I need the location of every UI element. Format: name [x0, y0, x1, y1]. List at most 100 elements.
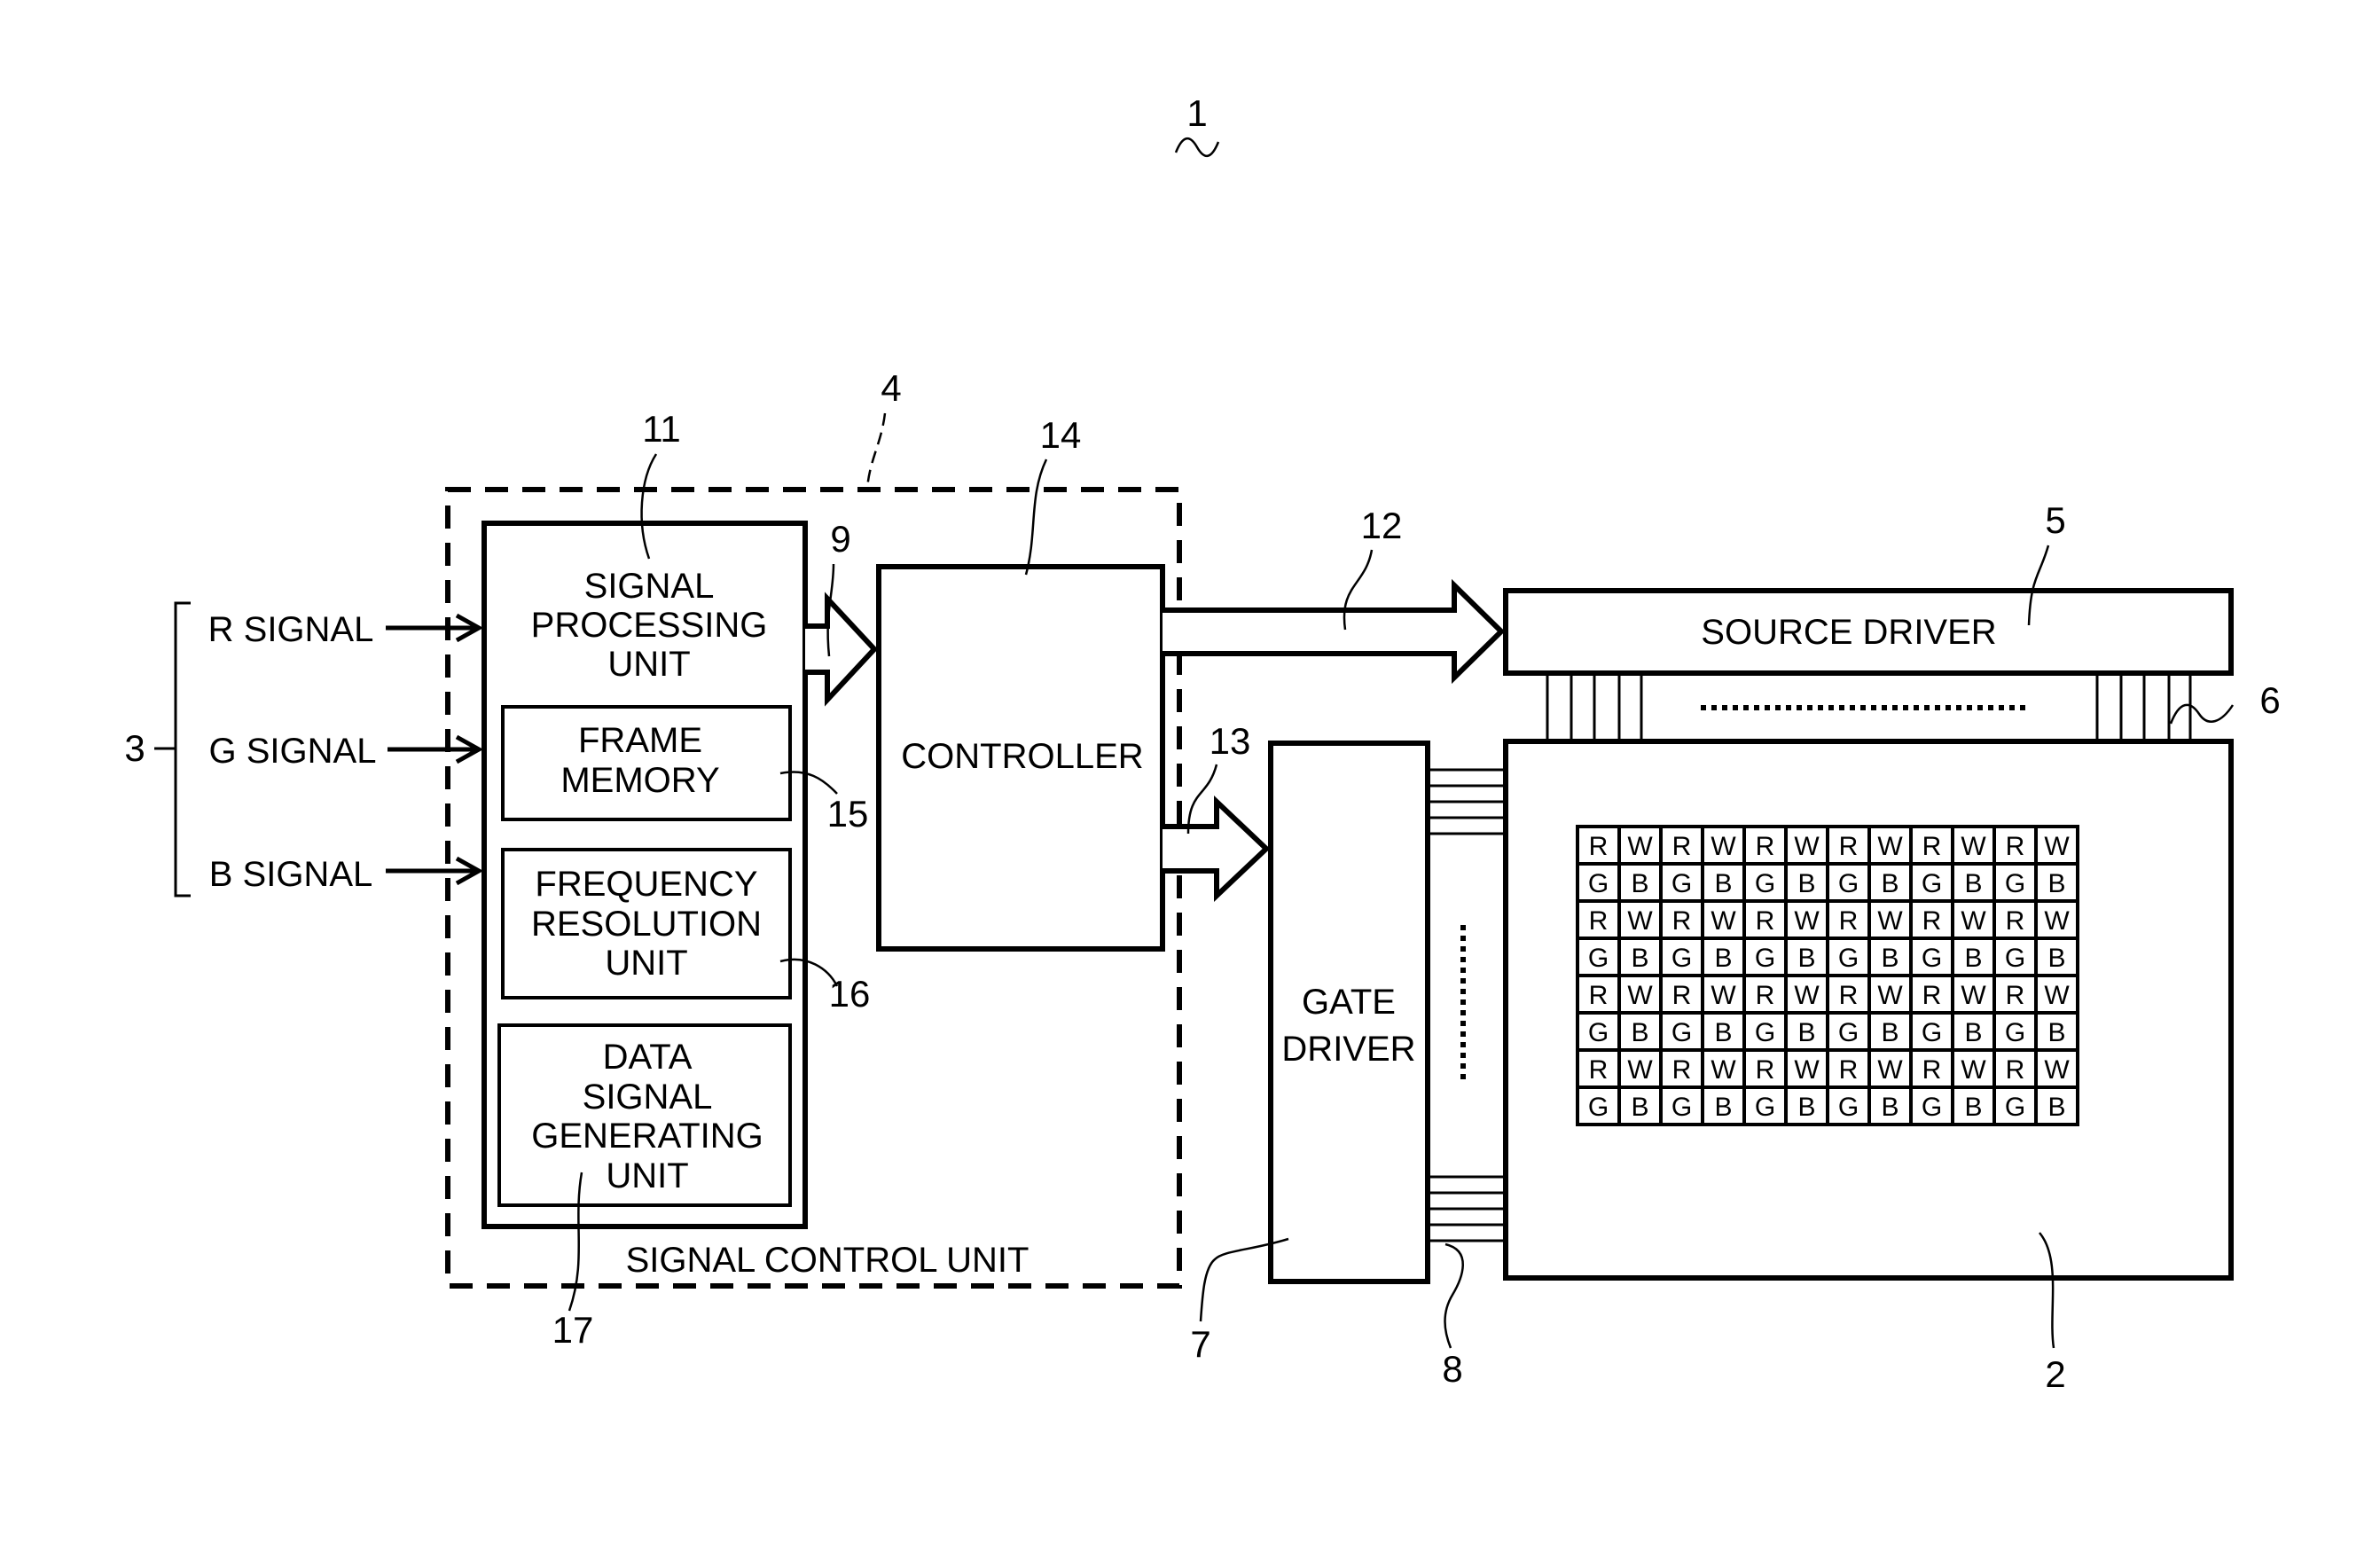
ref-16: 16 — [829, 973, 871, 1015]
gate-driver-line-1: GATE — [1302, 983, 1396, 1022]
pixel-cell-label: R — [1839, 981, 1859, 1010]
pixel-cell-label: G — [1755, 1093, 1775, 1122]
pixel-cell-label: R — [1839, 832, 1859, 861]
pixel-cell-label: W — [2044, 906, 2070, 936]
pixel-cell-label: B — [1964, 1093, 1982, 1122]
pixel-cell-label: G — [2005, 1018, 2025, 1047]
pixel-cell-label: G — [1922, 944, 1942, 973]
pixel-cell-label: W — [1627, 832, 1653, 861]
pixel-cell-label: R — [1672, 1055, 1692, 1085]
b-signal-arrow — [386, 856, 484, 886]
pixel-cell-label: B — [1631, 1093, 1648, 1122]
pixel-cell-label: G — [1588, 869, 1609, 898]
pixel-cell-label: B — [1964, 944, 1982, 973]
pixel-cell-label: W — [1627, 981, 1653, 1010]
pixel-cell-label: W — [1711, 906, 1736, 936]
pixel-cell-label: R — [1672, 906, 1692, 936]
frame-memory-line-2: MEMORY — [560, 761, 719, 800]
pixel-cell-label: R — [1589, 1055, 1609, 1085]
ref-4: 4 — [881, 367, 901, 409]
pixel-cell-label: W — [1877, 981, 1903, 1010]
data-signal-line-2: SIGNAL — [583, 1078, 713, 1117]
pixel-cell-label: B — [2047, 869, 2065, 898]
pixel-cell-label: R — [2006, 1055, 2025, 1085]
pixel-cell-label: B — [1631, 1018, 1648, 1047]
pixel-cell-label: R — [2006, 981, 2025, 1010]
leader-4 — [865, 412, 887, 490]
ref-7: 7 — [1190, 1323, 1210, 1365]
pixel-cell-label: R — [1922, 832, 1942, 861]
leader-13 — [1186, 764, 1218, 835]
pixel-cell-label: W — [1877, 1055, 1903, 1085]
ref-6: 6 — [2259, 679, 2280, 721]
pixel-cell-label: W — [2044, 981, 2070, 1010]
ref-13: 13 — [1210, 720, 1251, 762]
block-diagram: 1 3 R SIGNAL G SIGNAL B SIGNAL 4 SIGNAL … — [124, 92, 2280, 1395]
pixel-cell-label: G — [1588, 1018, 1609, 1047]
pixel-cell-label: R — [1756, 981, 1775, 1010]
pixel-cell-label: G — [1838, 1018, 1859, 1047]
pixel-cell-label: W — [2044, 832, 2070, 861]
pixel-cell-label: B — [1797, 1018, 1815, 1047]
leader-14 — [1024, 458, 1048, 576]
pixel-cell-label: W — [1794, 832, 1820, 861]
pixel-cell-label: R — [1672, 981, 1692, 1010]
signal-control-unit-label: SIGNAL CONTROL UNIT — [626, 1241, 1030, 1280]
pixel-cell-label: G — [1588, 944, 1609, 973]
signal-processing-line-3: UNIT — [607, 645, 690, 684]
pixel-cell-label: G — [1755, 1018, 1775, 1047]
ref-2: 2 — [2045, 1353, 2065, 1395]
pixel-cell-label: R — [1756, 1055, 1775, 1085]
pixel-cell-label: B — [1631, 944, 1648, 973]
pixel-cell-label: R — [1589, 981, 1609, 1010]
pixel-cell-label: W — [2044, 1055, 2070, 1085]
pixel-cell-label: G — [1588, 1093, 1609, 1122]
ref-11: 11 — [642, 408, 681, 450]
pixel-cell-label: G — [1671, 944, 1692, 973]
pixel-cell-label: R — [2006, 832, 2025, 861]
pixel-cell-label: B — [1881, 869, 1899, 898]
bus-9-arrow — [805, 592, 879, 707]
ref-3: 3 — [124, 727, 145, 769]
leader-6 — [2169, 703, 2235, 725]
pixel-cell-label: R — [1589, 832, 1609, 861]
g-signal-arrow — [388, 734, 484, 764]
pixel-cell-label: B — [2047, 944, 2065, 973]
frequency-resolution-line-2: RESOLUTION — [531, 905, 762, 944]
pixel-cell-label: B — [1714, 869, 1732, 898]
pixel-cell-label: W — [1627, 1055, 1653, 1085]
r-signal-label: R SIGNAL — [208, 610, 374, 649]
b-signal-label: B SIGNAL — [209, 855, 373, 894]
pixel-cell-label: R — [1922, 981, 1942, 1010]
gate-driver-line-2: DRIVER — [1281, 1030, 1415, 1069]
pixel-cell-label: B — [1964, 1018, 1982, 1047]
pixel-cell-label: B — [1797, 1093, 1815, 1122]
pixel-cell-label: G — [1755, 869, 1775, 898]
pixel-cell-label: B — [1964, 869, 1982, 898]
pixel-cell-label: R — [1756, 906, 1775, 936]
pixel-cell-label: G — [1671, 869, 1692, 898]
ref-15: 15 — [827, 793, 869, 835]
pixel-cell-label: G — [1838, 869, 1859, 898]
pixel-cell-label: R — [1922, 1055, 1942, 1085]
pixel-cell-label: W — [1961, 832, 1986, 861]
pixel-cell-label: B — [2047, 1018, 2065, 1047]
pixel-cell-label: W — [1877, 906, 1903, 936]
bus-12-arrow — [1163, 578, 1506, 685]
leader-8 — [1444, 1242, 1464, 1349]
pixel-cell-label: W — [1794, 1055, 1820, 1085]
pixel-cell-label: G — [1755, 944, 1775, 973]
pixel-cell-label: R — [1672, 832, 1692, 861]
pixel-cell-label: R — [1756, 832, 1775, 861]
pixel-cell-label: B — [1797, 944, 1815, 973]
tilde-icon — [1174, 137, 1220, 157]
pixel-cell-label: W — [1711, 981, 1736, 1010]
pixel-cell-label: B — [1881, 944, 1899, 973]
pixel-cell-label: B — [1631, 869, 1648, 898]
pixel-cell-label: R — [1922, 906, 1942, 936]
pixel-cell-label: G — [1922, 1093, 1942, 1122]
pixel-cell-label: G — [1671, 1093, 1692, 1122]
pixel-cell-label: W — [1877, 832, 1903, 861]
ref-8: 8 — [1442, 1348, 1462, 1390]
pixel-cell-label: R — [1839, 906, 1859, 936]
